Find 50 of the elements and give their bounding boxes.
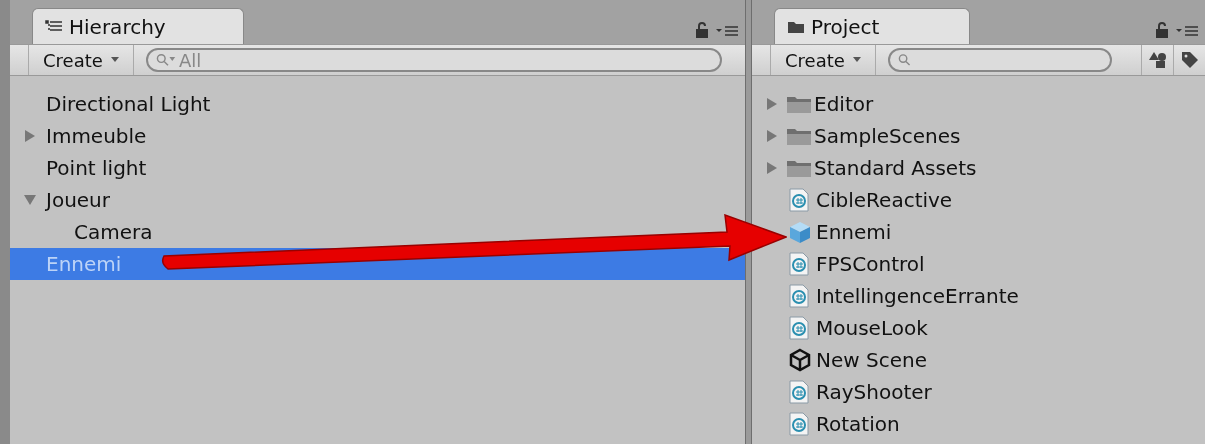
caret-icon [110,57,119,63]
hierarchy-item[interactable]: Joueur [24,186,110,214]
asset-item[interactable]: FPSControl [788,250,925,278]
search-icon [897,53,911,67]
collapsed-arrow-icon [24,130,36,142]
folder-icon [786,158,812,178]
collapsed-arrow-icon [766,162,778,174]
hierarchy-item[interactable]: Point light [46,154,147,182]
list-icon [45,19,63,34]
hierarchy-tab[interactable]: Hierarchy [32,8,244,44]
lock-icon [695,22,709,38]
asset-item[interactable]: MouseLook [788,314,928,342]
script-file-icon [788,380,810,404]
collapsed-arrow-icon [766,130,778,142]
script-file-icon [788,316,810,340]
expanded-arrow-icon [24,194,36,206]
folder-icon [786,126,812,146]
menu-icon [715,24,739,36]
asset-item[interactable]: RayShooter [788,378,932,406]
folder-icon [787,19,805,34]
collapsed-arrow-icon [766,98,778,110]
lock-icon [1155,22,1169,38]
search-field[interactable]: All [145,48,722,72]
folder-icon [786,94,812,114]
menu-icon [1175,24,1199,36]
asset-item[interactable]: Ennemi [788,218,892,246]
hierarchy-item[interactable]: Immeuble [24,122,147,150]
asset-item[interactable]: CibleReactive [788,186,953,214]
script-file-icon [788,412,810,436]
asset-item[interactable]: IntellingenceErrante [788,282,1019,310]
asset-item[interactable]: Rotation [788,410,900,438]
script-file-icon [788,252,810,276]
shapes-icon [1148,51,1167,69]
tag-icon [1180,51,1199,69]
hierarchy-item[interactable]: Camera [74,218,153,246]
asset-item[interactable]: Standard Assets [766,154,977,182]
create-button[interactable]: Create [28,45,134,75]
project-tab[interactable]: Project [774,8,970,44]
hierarchy-item[interactable]: Directional Light [46,90,211,118]
search-icon [155,53,177,67]
script-file-icon [788,284,810,308]
asset-item[interactable]: SampleScenes [766,122,961,150]
script-file-icon [788,188,810,212]
asset-item[interactable]: Editor [766,90,874,118]
search-input[interactable]: All [178,46,712,74]
caret-icon [852,57,861,63]
cube-icon [788,220,812,244]
search-field[interactable] [887,48,1112,72]
asset-item[interactable]: New Scene [788,346,927,374]
unity-logo-icon [788,348,812,372]
